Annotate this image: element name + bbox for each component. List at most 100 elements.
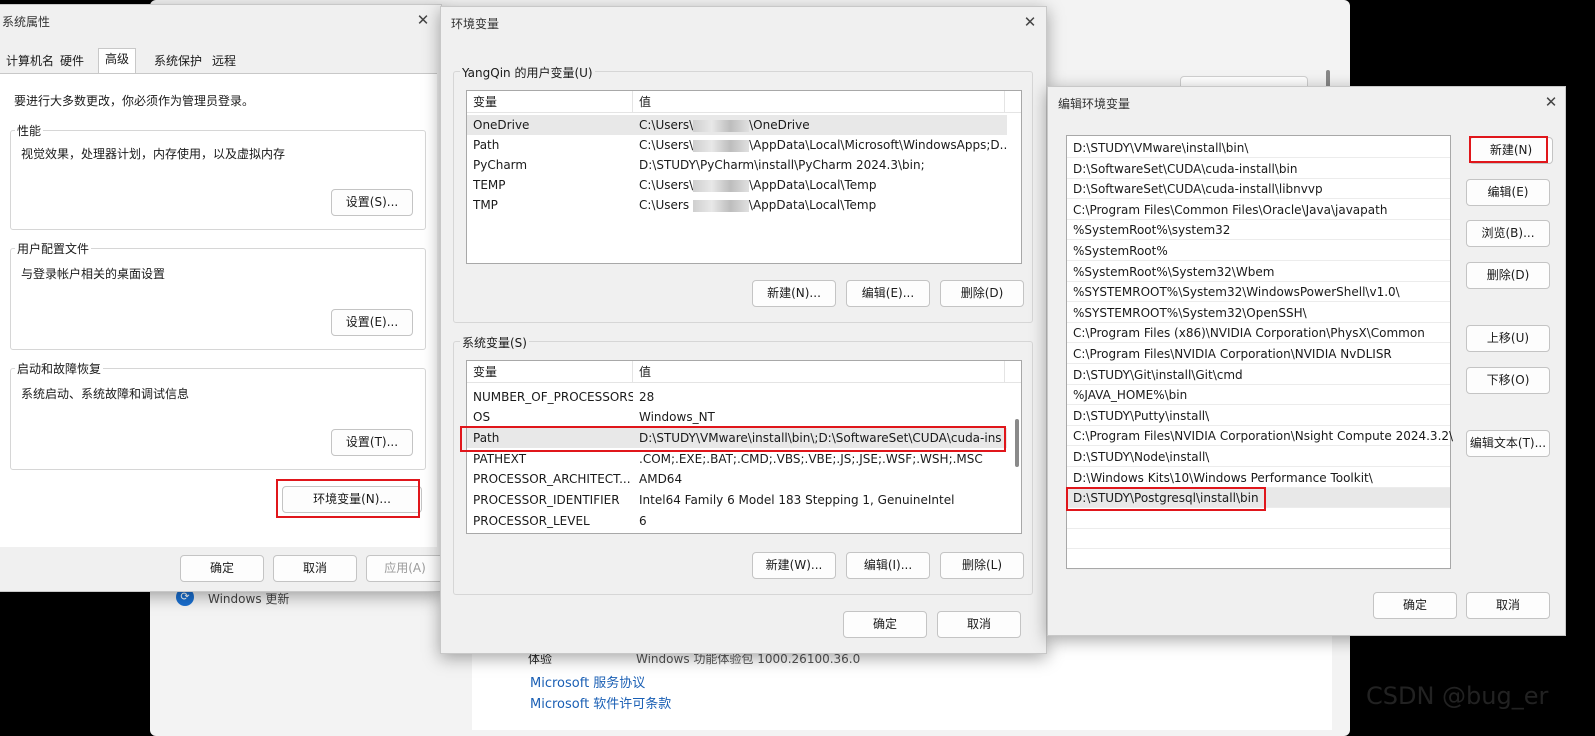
tab-advanced[interactable]: 高级 <box>98 48 137 74</box>
group-description: 系统启动、系统故障和调试信息 <box>21 387 190 401</box>
new-entry-button[interactable]: 新建(N) <box>1469 137 1553 164</box>
ok-button[interactable]: 确定 <box>843 611 927 638</box>
close-icon[interactable]: ✕ <box>412 9 434 31</box>
cancel-button[interactable]: 取消 <box>937 611 1021 638</box>
system-variables-group: 系统变量(S) 变量 值 NUMBER_OF_PROCESSORS 28 OS … <box>453 334 1033 595</box>
path-entry[interactable]: D:\STUDY\VMware\install\bin\ <box>1067 138 1450 158</box>
var-value: C:\Users\ \AppData\Local\Microsoft\Window… <box>639 138 1007 152</box>
path-entry-empty[interactable] <box>1067 509 1450 529</box>
var-name: PATHEXT <box>473 452 527 466</box>
list-item[interactable]: PROCESSOR_ARCHITECT... AMD64 <box>467 469 1007 489</box>
path-entry[interactable]: D:\Windows Kits\10\Windows Performance T… <box>1067 468 1450 488</box>
path-entry-empty[interactable] <box>1067 529 1450 550</box>
list-item[interactable]: PROCESSOR_LEVEL 6 <box>467 511 1007 531</box>
path-entry[interactable]: D:\STUDY\Git\install\Git\cmd <box>1067 365 1450 385</box>
browse-button[interactable]: 浏览(B)... <box>1466 220 1550 247</box>
path-entry[interactable]: %SystemRoot%\system32 <box>1067 220 1450 241</box>
user-new-button[interactable]: 新建(N)... <box>752 280 836 307</box>
advanced-tab-panel: 要进行大多数更改，你必须作为管理员登录。 性能 视觉效果，处理器计划，内存使用，… <box>0 73 437 547</box>
cancel-button[interactable]: 取消 <box>273 555 357 582</box>
var-value: C:\Users \AppData\Local\Temp <box>639 198 877 212</box>
windows-update-label[interactable]: Windows 更新 <box>208 590 289 607</box>
path-entry[interactable]: C:\Program Files (x86)\NVIDIA Corporatio… <box>1067 323 1450 344</box>
var-value: Intel64 Family 6 Model 183 Stepping 1, G… <box>639 493 955 507</box>
user-variables-list[interactable]: 变量 值 OneDrive C:\Users\ \OneDrive Path C:… <box>466 90 1022 264</box>
tab-remote[interactable]: 远程 <box>206 51 242 73</box>
system-new-button[interactable]: 新建(W)... <box>752 552 836 579</box>
list-item[interactable]: TEMP C:\Users\ \AppData\Local\Temp <box>467 175 1007 195</box>
column-header-variable[interactable]: 变量 <box>467 91 633 113</box>
system-edit-button[interactable]: 编辑(I)... <box>846 552 930 579</box>
var-name: PROCESSOR_LEVEL <box>473 514 590 528</box>
cancel-button[interactable]: 取消 <box>1466 592 1550 619</box>
apply-button[interactable]: 应用(A) <box>366 555 444 582</box>
var-value: D:\STUDY\VMware\install\bin\;D:\Software… <box>639 431 1001 445</box>
delete-entry-button[interactable]: 删除(D) <box>1466 262 1550 289</box>
list-item[interactable]: Path D:\STUDY\VMware\install\bin\;D:\Sof… <box>467 428 1007 448</box>
license-terms-link[interactable]: Microsoft 软件许可条款 <box>530 693 671 712</box>
service-agreement-link[interactable]: Microsoft 服务协议 <box>530 672 645 691</box>
column-header-value[interactable]: 值 <box>633 91 1005 113</box>
user-edit-button[interactable]: 编辑(E)... <box>846 280 930 307</box>
list-item[interactable]: OS Windows_NT <box>467 407 1007 427</box>
var-name: TEMP <box>473 178 506 192</box>
column-header-variable[interactable]: 变量 <box>467 361 633 383</box>
path-entry[interactable]: D:\STUDY\Putty\install\ <box>1067 406 1450 426</box>
performance-settings-button[interactable]: 设置(S)... <box>331 189 413 216</box>
list-item[interactable]: PROCESSOR_IDENTIFIER Intel64 Family 6 Mo… <box>467 490 1007 510</box>
list-item[interactable]: Path C:\Users\ \AppData\Local\Microsoft\W… <box>467 135 1007 155</box>
path-entry[interactable]: %JAVA_HOME%\bin <box>1067 385 1450 406</box>
tab-computer-name[interactable]: 计算机名 <box>0 51 60 73</box>
startup-recovery-settings-button[interactable]: 设置(T)... <box>331 429 413 456</box>
path-entry[interactable]: %SystemRoot% <box>1067 241 1450 261</box>
move-down-button[interactable]: 下移(O) <box>1466 367 1550 394</box>
system-variables-list[interactable]: 变量 值 NUMBER_OF_PROCESSORS 28 OS Windows_… <box>466 360 1022 534</box>
path-entry[interactable]: C:\Program Files\Common Files\Oracle\Jav… <box>1067 200 1450 220</box>
list-item[interactable]: PATHEXT .COM;.EXE;.BAT;.CMD;.VBS;.VBE;.J… <box>467 449 1007 469</box>
path-entries-list[interactable]: D:\STUDY\VMware\install\bin\ D:\SoftwareS… <box>1066 135 1453 570</box>
var-value: .COM;.EXE;.BAT;.CMD;.VBS;.VBE;.JS;.JSE;.… <box>639 452 983 466</box>
list-item[interactable]: NUMBER_OF_PROCESSORS 28 <box>467 387 1007 407</box>
list-item[interactable]: PyCharm D:\STUDY\PyCharm\install\PyCharm… <box>467 155 1007 175</box>
redacted-username <box>692 199 749 212</box>
system-delete-button[interactable]: 删除(L) <box>940 552 1024 579</box>
ok-button[interactable]: 确定 <box>1373 592 1457 619</box>
environment-variables-button[interactable]: 环境变量(N)... <box>282 486 422 513</box>
path-entry[interactable]: %SYSTEMROOT%\System32\OpenSSH\ <box>1067 303 1450 323</box>
list-item[interactable]: OneDrive C:\Users\ \OneDrive <box>467 115 1007 135</box>
path-entry[interactable]: %SYSTEMROOT%\System32\WindowsPowerShell\… <box>1067 282 1450 303</box>
var-value: C:\Users\ \AppData\Local\Temp <box>639 178 877 192</box>
move-up-button[interactable]: 上移(U) <box>1466 325 1550 352</box>
dialog-title: 环境变量 <box>451 17 500 31</box>
var-name: Path <box>473 138 500 152</box>
path-entry[interactable]: D:\STUDY\Node\install\ <box>1067 447 1450 467</box>
list-scrollbar-thumb[interactable] <box>1015 419 1019 467</box>
edit-entry-button[interactable]: 编辑(E) <box>1466 179 1550 206</box>
path-entry[interactable]: D:\SoftwareSet\CUDA\cuda-install\libnvvp <box>1067 179 1450 200</box>
var-name: Path <box>473 431 500 445</box>
path-entry[interactable]: C:\Program Files\NVIDIA Corporation\NVID… <box>1067 344 1450 364</box>
tab-hardware[interactable]: 硬件 <box>54 51 90 73</box>
startup-recovery-group: 启动和故障恢复 系统启动、系统故障和调试信息 设置(T)... <box>10 360 426 470</box>
close-icon[interactable]: ✕ <box>1540 91 1562 113</box>
tab-system-protection[interactable]: 系统保护 <box>148 51 208 73</box>
user-profiles-group: 用户配置文件 与登录帐户相关的桌面设置 设置(E)... <box>10 240 426 350</box>
path-entry-empty[interactable] <box>1067 550 1450 570</box>
user-profiles-settings-button[interactable]: 设置(E)... <box>331 309 413 336</box>
system-properties-dialog: 系统属性 ✕ 计算机名 硬件 高级 系统保护 远程 要进行大多数更改，你必须作为… <box>0 4 444 592</box>
close-icon[interactable]: ✕ <box>1019 11 1041 33</box>
var-name: PROCESSOR_IDENTIFIER <box>473 493 620 507</box>
user-delete-button[interactable]: 删除(D) <box>940 280 1024 307</box>
path-entry[interactable]: D:\SoftwareSet\CUDA\cuda-install\bin <box>1067 159 1450 179</box>
path-entry[interactable]: C:\Program Files\NVIDIA Corporation\Nsig… <box>1067 426 1453 447</box>
edit-text-button[interactable]: 编辑文本(T)... <box>1466 430 1550 457</box>
ok-button[interactable]: 确定 <box>180 555 264 582</box>
column-header-value[interactable]: 值 <box>633 361 1005 383</box>
user-variables-label: YangQin 的用户变量(U) <box>460 64 595 81</box>
var-value: Windows_NT <box>639 410 715 424</box>
redacted-username <box>693 139 750 152</box>
path-entry[interactable]: D:\STUDY\Postgresql\install\bin <box>1067 488 1450 509</box>
var-name: PyCharm <box>473 158 528 172</box>
list-item[interactable]: TMP C:\Users \AppData\Local\Temp <box>467 195 1007 215</box>
path-entry[interactable]: %SystemRoot%\System32\Wbem <box>1067 262 1450 282</box>
